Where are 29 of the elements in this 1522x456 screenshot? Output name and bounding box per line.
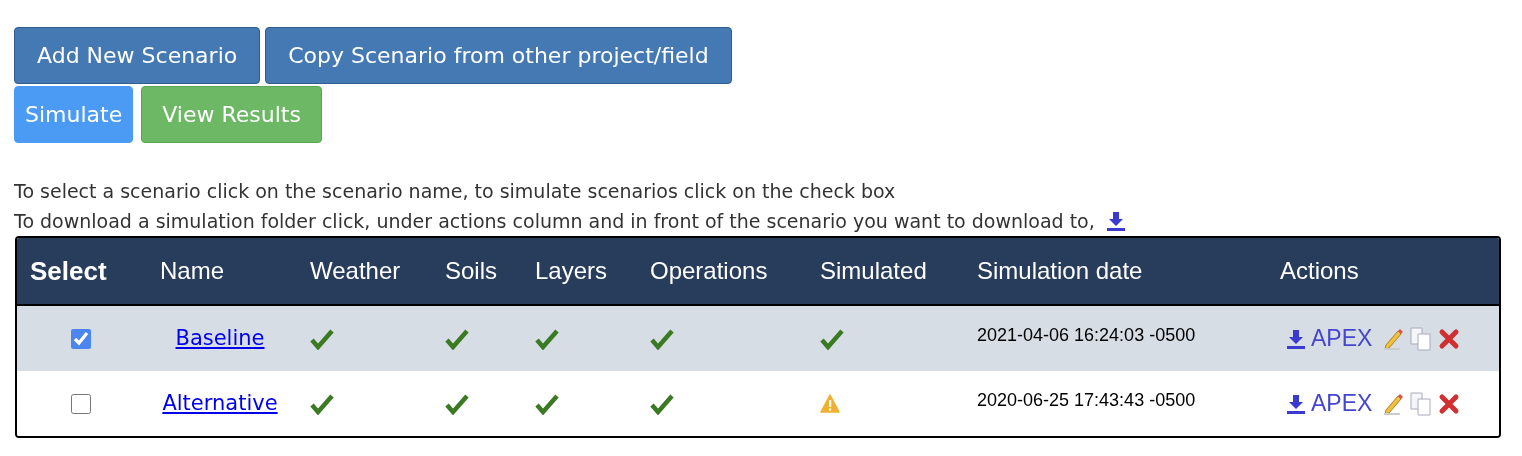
scenario-link[interactable]: Alternative [162,387,278,420]
select-checkbox[interactable] [71,328,91,349]
download-icon[interactable] [1285,392,1307,415]
scenario-button[interactable]: Copy Scenario from other project/field [265,27,732,84]
apex-link[interactable]: APEX [1311,321,1373,356]
column-header: Weather [309,256,402,286]
select-checkbox[interactable] [71,393,91,414]
column-header: Actions [1279,256,1360,286]
column-header: Soils [444,256,499,286]
simulate-button[interactable]: Simulate [14,86,134,143]
pencil-icon[interactable] [1382,326,1405,351]
column-header: Select [29,254,108,288]
delete-icon[interactable] [1438,392,1461,415]
column-header: Name [159,256,226,286]
simulation-date: 2021-04-06 16:24:03 -0500 [977,325,1196,345]
column-header: Operations [649,256,769,286]
pencil-icon[interactable] [1382,391,1405,416]
instruction-text: To download a simulation folder click, under actions column and in front of the scenario you want to download to, [14,209,1095,234]
apex-link[interactable]: APEX [1311,386,1373,421]
instruction-text: To select a scenario click on the scenario name, to simulate scenarios click on the check box [14,179,896,204]
column-header: Simulation date [976,256,1144,286]
simulation-date: 2020-06-25 17:43:43 -0500 [977,390,1196,410]
column-header: Simulated [819,256,928,286]
delete-icon[interactable] [1438,327,1461,350]
column-header: Layers [534,256,609,286]
scenario-button[interactable]: Add New Scenario [14,27,261,84]
download-icon[interactable] [1285,327,1307,350]
download-icon[interactable] [1104,210,1127,232]
scenario-link[interactable]: Baseline [175,322,265,355]
